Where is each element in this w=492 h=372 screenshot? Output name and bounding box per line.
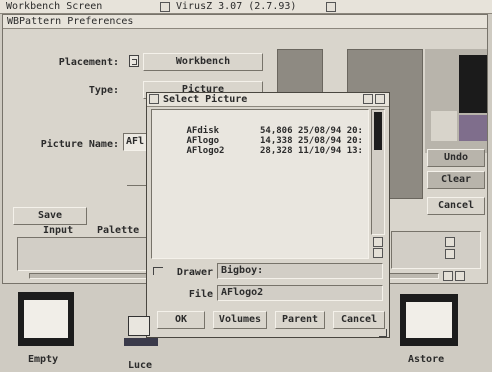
palette-area bbox=[17, 237, 151, 271]
screen-depth-icon[interactable] bbox=[326, 2, 336, 12]
scroll-up-arrow-icon[interactable] bbox=[445, 237, 455, 247]
undo-button[interactable]: Undo bbox=[427, 149, 485, 167]
palette-color-light[interactable] bbox=[431, 111, 457, 141]
list-item[interactable]: AFlogo2 28,328 11/10/94 13: bbox=[154, 136, 363, 166]
zoom-gadget-icon[interactable] bbox=[363, 94, 373, 104]
drawer-field[interactable]: Bigboy: bbox=[217, 263, 383, 279]
palette-color-black[interactable] bbox=[459, 55, 487, 113]
palette-color-purple[interactable] bbox=[459, 115, 487, 141]
picture-name-label: Picture Name: bbox=[40, 139, 119, 150]
save-button[interactable]: Save bbox=[13, 207, 87, 225]
disk-icon bbox=[400, 294, 458, 346]
depth-gadget-icon[interactable] bbox=[375, 94, 385, 104]
file-label: File bbox=[188, 289, 213, 300]
scrollbar-knob[interactable] bbox=[374, 112, 382, 150]
volumes-button[interactable]: Volumes bbox=[213, 311, 267, 329]
desktop-icon-luce[interactable]: Luce bbox=[118, 316, 166, 371]
close-gadget-icon[interactable] bbox=[149, 94, 159, 104]
file-requester-titlebar[interactable]: Select Picture bbox=[147, 93, 389, 107]
prefs-window-titlebar[interactable]: WBPattern Preferences bbox=[3, 15, 487, 29]
screen-version: VirusZ 3.07 (2.7.93) bbox=[176, 1, 297, 12]
screen-title-bar: Workbench Screen VirusZ 3.07 (2.7.93) bbox=[0, 0, 492, 14]
list-scroll-up-arrow-icon[interactable] bbox=[373, 237, 383, 247]
scroll-left-arrow-icon[interactable] bbox=[443, 271, 453, 281]
screen-title: Workbench Screen bbox=[6, 1, 103, 12]
file-list[interactable]: AFdisk 54,806 25/08/94 20: AFlogo 14,338 2… bbox=[151, 109, 369, 259]
drawer-checkbox-icon[interactable] bbox=[153, 267, 163, 275]
parent-button[interactable]: Parent bbox=[275, 311, 325, 329]
tab-palette[interactable]: Palette bbox=[97, 225, 139, 236]
drawer-label: Drawer bbox=[176, 267, 213, 278]
placement-label: Placement: bbox=[58, 57, 119, 68]
file-requester-title: Select Picture bbox=[163, 94, 248, 105]
tab-input[interactable]: Input bbox=[43, 225, 73, 236]
right-list-area bbox=[391, 231, 481, 269]
desktop-icon-astore[interactable]: Astore bbox=[394, 292, 466, 366]
cancel-button[interactable]: Cancel bbox=[427, 197, 485, 215]
list-scroll-down-arrow-icon[interactable] bbox=[373, 248, 383, 258]
cancel-requester-button[interactable]: Cancel bbox=[333, 311, 385, 329]
desktop-icon-empty[interactable]: Empty bbox=[10, 292, 82, 366]
desktop-icon-label: Luce bbox=[128, 360, 153, 371]
file-field[interactable]: AFlogo2 bbox=[217, 285, 383, 301]
depth-gadget[interactable] bbox=[160, 2, 170, 12]
trashcan-icon bbox=[18, 292, 74, 346]
scroll-right-arrow-icon[interactable] bbox=[455, 271, 465, 281]
palette-panel bbox=[425, 49, 487, 153]
placement-cycle-icon[interactable] bbox=[129, 55, 139, 67]
type-label: Type: bbox=[88, 85, 119, 96]
file-requester-window: Select Picture AFdisk 54,806 25/08/94 20:… bbox=[146, 92, 390, 338]
placement-cycle-button[interactable]: Workbench bbox=[143, 53, 263, 71]
resize-gadget-icon[interactable] bbox=[379, 329, 387, 337]
drawer-icon bbox=[128, 316, 150, 336]
desktop-icon-label: Empty bbox=[28, 354, 59, 365]
desktop-icon-label: Astore bbox=[408, 354, 445, 365]
scroll-down-arrow-icon[interactable] bbox=[445, 249, 455, 259]
prefs-window-title: WBPattern Preferences bbox=[7, 16, 134, 27]
clear-button[interactable]: Clear bbox=[427, 171, 485, 189]
vertical-scrollbar[interactable] bbox=[371, 109, 385, 235]
